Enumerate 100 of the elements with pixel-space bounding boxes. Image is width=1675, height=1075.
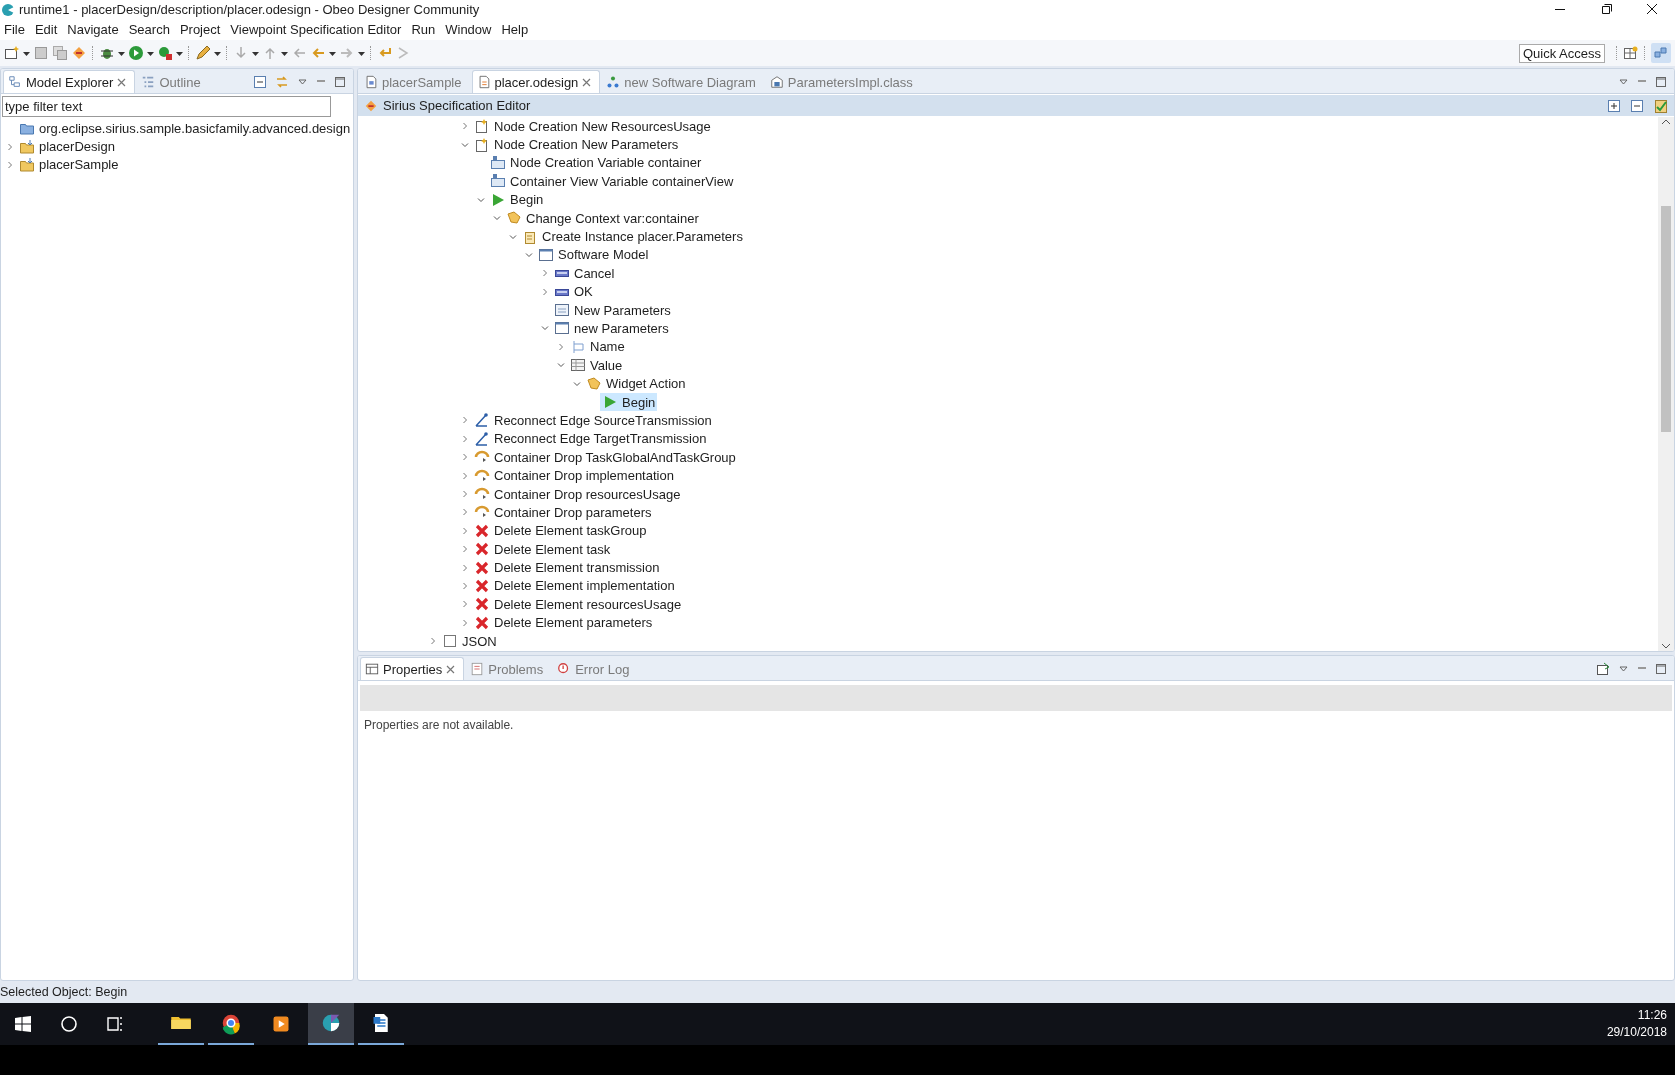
menu-item[interactable]: Run — [407, 22, 442, 37]
filter-field[interactable]: type filter text — [2, 96, 331, 117]
maximize-icon[interactable] — [1656, 664, 1666, 674]
chevron-right-icon[interactable] — [461, 416, 469, 425]
chevron-right-icon[interactable] — [461, 581, 469, 590]
modeling-perspective-icon[interactable] — [1651, 43, 1671, 63]
chevron-down-icon[interactable] — [461, 140, 469, 149]
tree-item[interactable]: new Parameters — [552, 319, 671, 338]
tree-item[interactable]: Container Drop implementation — [472, 466, 676, 485]
view-menu-icon[interactable] — [1619, 664, 1628, 674]
tree-item[interactable]: Node Creation New ResourcesUsage — [472, 117, 713, 136]
scroll-up-icon[interactable] — [1661, 117, 1671, 127]
editor-tab[interactable]: new Software Diagram — [602, 71, 764, 93]
link-with-editor-icon[interactable] — [275, 75, 289, 89]
maximize-icon[interactable] — [335, 77, 345, 87]
tree-item[interactable]: placerSample — [17, 155, 121, 174]
tree-item[interactable]: JSON — [440, 632, 499, 651]
editor-tab[interactable]: placer.odesign — [471, 70, 601, 93]
tree-item[interactable]: Begin — [600, 393, 658, 412]
scrollbar[interactable] — [1658, 117, 1674, 651]
tree-item[interactable]: Container Drop resourcesUsage — [472, 485, 683, 503]
chevron-down-icon[interactable] — [477, 195, 485, 204]
chevron-right-icon[interactable] — [541, 269, 549, 278]
view-tab[interactable]: Problems — [466, 658, 552, 680]
view-tab[interactable]: Error Log — [553, 658, 638, 680]
chevron-down-icon[interactable] — [509, 232, 517, 241]
menu-item[interactable]: Edit — [30, 22, 64, 37]
quick-access-field[interactable]: Quick Access — [1518, 43, 1605, 63]
collapse-all-icon[interactable] — [1631, 99, 1643, 112]
start-icon[interactable] — [15, 1016, 31, 1032]
chevron-down-icon[interactable] — [557, 361, 565, 370]
chevron-right-icon[interactable] — [461, 526, 469, 535]
new-file-icon[interactable] — [4, 45, 20, 61]
tree-item[interactable]: Value — [568, 356, 625, 375]
menu-item[interactable]: Project — [175, 22, 227, 37]
validate-icon[interactable] — [1654, 98, 1668, 113]
chevron-right-icon[interactable] — [461, 490, 469, 498]
tree-item[interactable]: Delete Element task — [472, 540, 613, 559]
clock-time[interactable]: 11:26 — [1637, 1007, 1667, 1024]
menu-item[interactable]: Window — [441, 22, 498, 37]
chevron-right-icon[interactable] — [6, 160, 14, 169]
chevron-down-icon[interactable] — [525, 250, 533, 259]
editor-tab[interactable]: ParametersImpl.class — [765, 71, 921, 93]
chevron-right-icon[interactable] — [557, 342, 565, 351]
expand-all-icon[interactable] — [1608, 99, 1620, 112]
chevron-right-icon[interactable] — [461, 122, 469, 131]
chevron-right-icon[interactable] — [461, 600, 469, 609]
scroll-down-icon[interactable] — [1661, 641, 1671, 651]
taskbar-app[interactable] — [308, 1003, 354, 1045]
maximize-icon[interactable] — [1656, 77, 1666, 87]
external-tool-icon[interactable] — [157, 45, 173, 61]
scrollbar-thumb[interactable] — [1661, 206, 1671, 432]
chevron-down-icon[interactable] — [493, 214, 501, 223]
view-tab[interactable]: Model Explorer — [3, 70, 136, 93]
chevron-right-icon[interactable] — [461, 434, 469, 443]
clock-date[interactable]: 29/10/2018 — [1606, 1024, 1667, 1041]
chevron-right-icon[interactable] — [461, 453, 469, 462]
tree-item[interactable]: OK — [552, 282, 595, 301]
pin-icon[interactable] — [1596, 662, 1610, 676]
chevron-right-icon[interactable] — [461, 508, 469, 517]
tree-item[interactable]: New Parameters — [552, 301, 673, 320]
run-icon[interactable] — [128, 45, 144, 61]
tree-item[interactable]: Name — [568, 337, 627, 356]
task-view-icon[interactable] — [106, 1015, 124, 1033]
search-icon[interactable] — [60, 1015, 78, 1033]
tree-item[interactable]: Delete Element implementation — [472, 576, 677, 595]
view-tab[interactable]: Outline — [137, 71, 209, 93]
menu-item[interactable]: Help — [497, 22, 535, 37]
tree-item[interactable]: Create Instance placer.Parameters — [520, 227, 745, 246]
menu-item[interactable]: Search — [124, 22, 176, 37]
chevron-right-icon[interactable] — [461, 471, 469, 480]
tree-item[interactable]: org.eclipse.sirius.sample.basicfamily.advanced.design — [17, 119, 353, 138]
chevron-right-icon[interactable] — [461, 618, 469, 627]
pencil-icon[interactable] — [195, 45, 211, 61]
tree-item[interactable]: Software Model — [536, 245, 651, 264]
chevron-right-icon[interactable] — [461, 545, 469, 554]
tree-item[interactable]: Delete Element transmission — [472, 558, 662, 577]
tree-item[interactable]: Reconnect Edge TargetTransmission — [472, 429, 709, 448]
chevron-right-icon[interactable] — [429, 637, 437, 646]
chevron-down-icon[interactable] — [541, 324, 549, 333]
tree-item[interactable]: Container Drop TaskGlobalAndTaskGroup — [472, 448, 738, 467]
menu-item[interactable]: File — [0, 22, 31, 37]
tree-item[interactable]: Widget Action — [584, 374, 688, 393]
tree-item[interactable]: Change Context var:container — [504, 209, 701, 228]
tree-item[interactable]: Node Creation New Parameters — [472, 135, 681, 154]
chevron-right-icon[interactable] — [461, 563, 469, 572]
tree-item[interactable]: Cancel — [552, 264, 617, 283]
menu-item[interactable]: Navigate — [63, 22, 125, 37]
menu-item[interactable]: Viewpoint Specification Editor — [226, 22, 408, 37]
view-tab[interactable]: Properties — [360, 657, 465, 680]
save-all-icon[interactable] — [52, 45, 68, 61]
chevron-right-icon[interactable] — [6, 142, 14, 151]
tree-item[interactable]: Delete Element resourcesUsage — [472, 595, 684, 614]
tree-item[interactable]: Reconnect Edge SourceTransmission — [472, 411, 714, 430]
tree-item[interactable]: Begin — [488, 190, 546, 209]
tree-item[interactable]: Delete Element taskGroup — [472, 521, 649, 540]
tree-item[interactable]: placerDesign — [17, 137, 117, 156]
editor-tab[interactable]: placerSample — [360, 71, 470, 93]
tree-item[interactable]: Container Drop parameters — [472, 503, 654, 522]
view-menu-icon[interactable] — [1619, 77, 1628, 87]
